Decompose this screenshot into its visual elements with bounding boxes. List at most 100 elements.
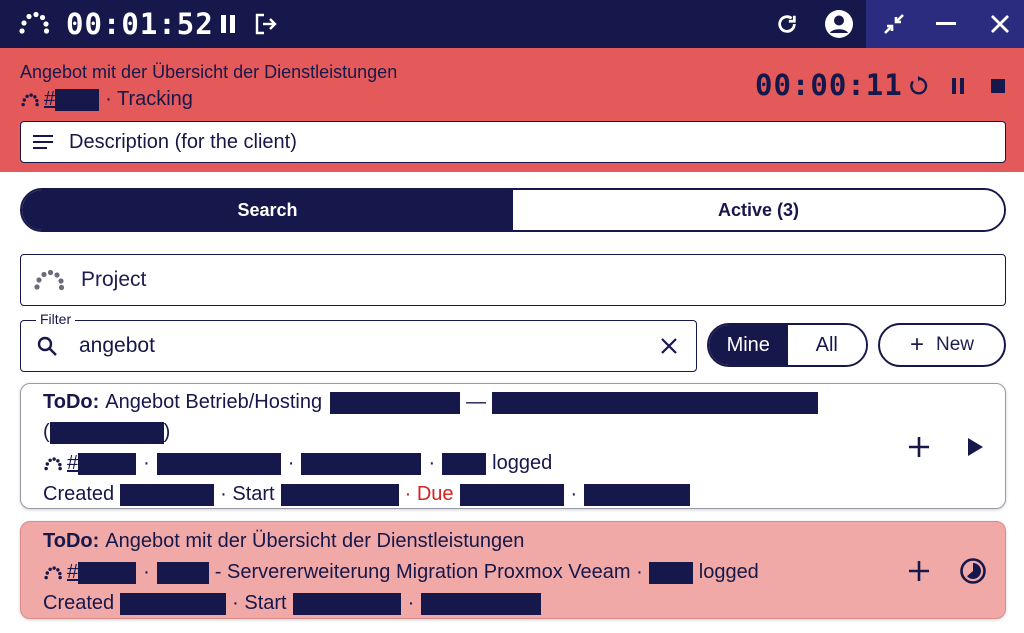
card-paren-open: ( bbox=[43, 421, 50, 443]
redacted-text bbox=[421, 592, 542, 615]
card-dash: — bbox=[466, 391, 487, 413]
project-text: - Servererweiterung Migration Proxmox Ve… bbox=[214, 561, 643, 583]
redacted-text bbox=[584, 483, 691, 506]
project-logo-icon bbox=[21, 92, 39, 106]
pause-button[interactable] bbox=[212, 8, 244, 40]
new-button[interactable]: + New bbox=[878, 323, 1006, 367]
user-button[interactable] bbox=[823, 8, 855, 40]
card-dates-line: Created · Start · Due · bbox=[43, 483, 691, 506]
card-title-line: ToDo: Angebot mit der Übersicht der Dien… bbox=[43, 530, 524, 553]
redacted-text bbox=[330, 391, 461, 414]
start-label: · Start bbox=[220, 483, 275, 505]
project-logo-icon bbox=[44, 456, 62, 470]
view-tabs: Search Active (3) bbox=[20, 188, 1006, 232]
filter-field[interactable] bbox=[20, 320, 697, 372]
minimize-button[interactable] bbox=[930, 8, 962, 40]
plus-icon: + bbox=[909, 331, 924, 358]
tracking-subtitle: # · Tracking bbox=[20, 88, 193, 111]
collapse-icon bbox=[884, 14, 904, 34]
user-icon bbox=[825, 10, 853, 38]
project-logo-icon bbox=[34, 269, 65, 291]
global-timer: 00:01:52 bbox=[66, 7, 214, 41]
close-icon bbox=[661, 338, 677, 354]
card-title-line: ToDo: Angebot Betrieb/Hosting — bbox=[43, 391, 819, 414]
card-meta-line: # · · · logged bbox=[43, 452, 552, 475]
card-type: ToDo: bbox=[43, 530, 100, 552]
tracking-pause-button[interactable] bbox=[944, 72, 972, 100]
tab-active[interactable]: Active (3) bbox=[513, 190, 1004, 230]
result-card[interactable]: ToDo: Angebot Betrieb/Hosting — ( ) # · … bbox=[20, 383, 1006, 509]
redacted-text bbox=[120, 483, 215, 506]
redacted-text bbox=[156, 561, 209, 584]
tracking-status: · Tracking bbox=[105, 88, 193, 110]
clear-filter-button[interactable] bbox=[656, 333, 682, 359]
redacted-text bbox=[49, 421, 164, 444]
logout-icon bbox=[255, 13, 277, 35]
search-icon bbox=[37, 336, 57, 356]
pause-icon bbox=[221, 15, 235, 33]
start-tracking-button[interactable] bbox=[959, 431, 991, 463]
separator: · bbox=[428, 452, 436, 474]
card-type: ToDo: bbox=[43, 391, 100, 413]
add-time-button[interactable] bbox=[903, 431, 935, 463]
project-logo-icon bbox=[44, 565, 62, 579]
logout-button[interactable] bbox=[250, 8, 282, 40]
tracking-panel: Angebot mit der Übersicht der Dienstleis… bbox=[0, 48, 1024, 172]
restart-button[interactable] bbox=[904, 72, 932, 100]
menu-icon bbox=[33, 135, 53, 149]
redacted-text bbox=[492, 391, 819, 414]
card-title: Angebot Betrieb/Hosting bbox=[105, 391, 323, 413]
ticket-link[interactable]: # bbox=[67, 452, 78, 475]
card-dates-line: Created · Start · bbox=[43, 592, 542, 615]
redacted-text bbox=[156, 452, 281, 475]
running-timer-button[interactable] bbox=[957, 555, 989, 587]
description-field[interactable]: Description (for the client) bbox=[20, 121, 1006, 163]
scope-mine[interactable]: Mine bbox=[709, 325, 788, 365]
start-label: · Start bbox=[232, 592, 287, 614]
refresh-button[interactable] bbox=[771, 8, 803, 40]
pause-icon bbox=[952, 78, 964, 94]
card-paren-close: ) bbox=[163, 421, 171, 443]
separator: · bbox=[407, 592, 415, 614]
logged-label: logged bbox=[492, 452, 553, 474]
logo-icon bbox=[19, 11, 50, 34]
card-title-line-2: ( ) bbox=[43, 421, 170, 444]
add-icon bbox=[909, 561, 929, 581]
tracking-timer: 00:00:11 bbox=[755, 68, 903, 102]
redacted-text bbox=[301, 452, 422, 475]
redacted-text bbox=[292, 592, 401, 615]
card-meta-line: # · - Servererweiterung Migration Proxmo… bbox=[43, 561, 759, 584]
project-select[interactable]: Project bbox=[20, 254, 1006, 306]
minimize-icon bbox=[936, 22, 956, 25]
tracking-title[interactable]: Angebot mit der Übersicht der Dienstleis… bbox=[20, 62, 397, 83]
separator: · bbox=[287, 452, 295, 474]
result-card-active[interactable]: ToDo: Angebot mit der Übersicht der Dien… bbox=[20, 521, 1006, 619]
close-button[interactable] bbox=[984, 8, 1016, 40]
collapse-button[interactable] bbox=[878, 8, 910, 40]
scope-toggle: Mine All bbox=[707, 323, 868, 367]
filter-input[interactable] bbox=[79, 334, 619, 358]
new-button-label: New bbox=[936, 334, 975, 355]
description-placeholder: Description (for the client) bbox=[69, 130, 297, 153]
refresh-icon bbox=[778, 15, 796, 33]
due-label: · Due bbox=[404, 483, 454, 505]
created-label: Created bbox=[43, 483, 115, 505]
separator: · bbox=[570, 483, 578, 505]
created-label: Created bbox=[43, 592, 115, 614]
logged-label: logged bbox=[698, 561, 759, 583]
redacted-text bbox=[280, 483, 399, 506]
play-icon bbox=[968, 438, 983, 456]
separator: · bbox=[143, 452, 150, 474]
redacted-text bbox=[442, 452, 487, 475]
add-time-button[interactable] bbox=[903, 555, 935, 587]
filter-label: Filter bbox=[36, 311, 76, 327]
tab-search[interactable]: Search bbox=[22, 190, 513, 230]
ticket-link[interactable]: # bbox=[67, 561, 78, 584]
redacted-text bbox=[78, 561, 137, 584]
restart-icon bbox=[910, 75, 928, 95]
running-timer-icon bbox=[960, 558, 986, 584]
stop-icon bbox=[991, 79, 1005, 93]
stop-button[interactable] bbox=[984, 72, 1012, 100]
scope-all[interactable]: All bbox=[787, 325, 866, 365]
ticket-link[interactable]: # bbox=[44, 88, 55, 111]
